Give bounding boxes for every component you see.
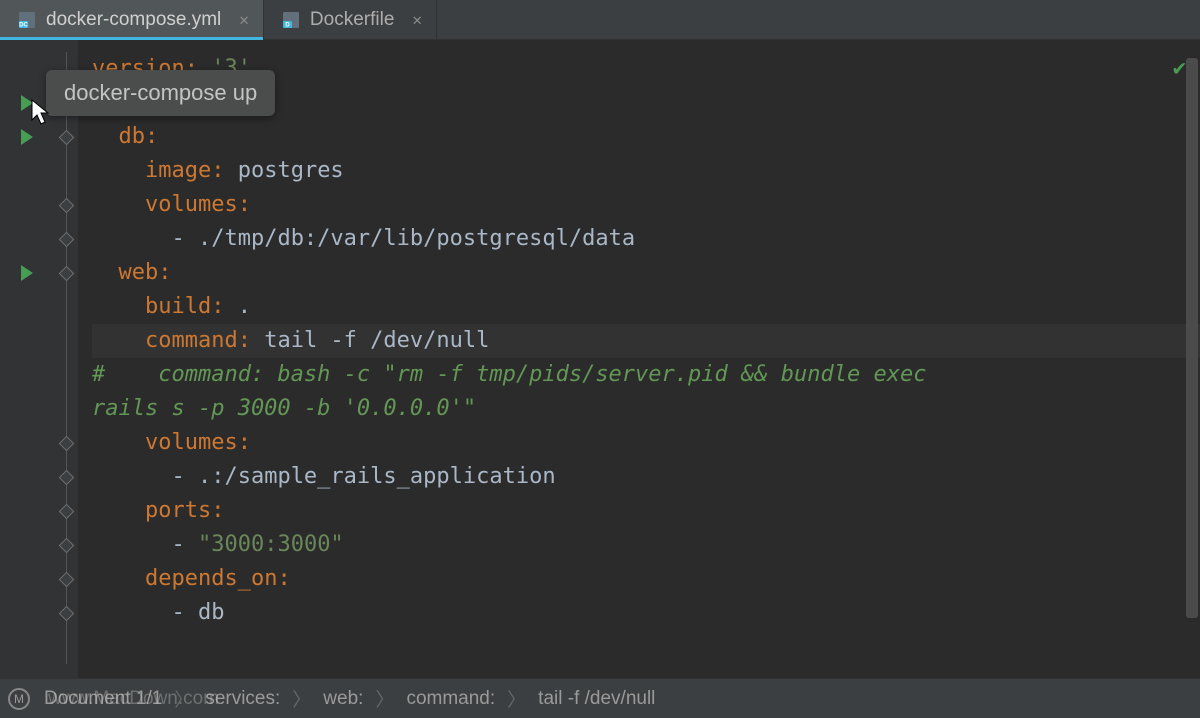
yaml-file-icon: DC xyxy=(18,11,36,29)
tab-label: Dockerfile xyxy=(310,9,394,31)
tab-bar: DC docker-compose.yml ✕ D Dockerfile ✕ xyxy=(0,0,1200,40)
tooltip: docker-compose up xyxy=(46,70,275,116)
fold-marker-icon[interactable] xyxy=(58,571,74,587)
chevron-right-icon: 〉 xyxy=(501,685,532,712)
fold-marker-icon[interactable] xyxy=(58,503,74,519)
breadcrumb-item[interactable]: command: xyxy=(400,688,501,710)
run-icon[interactable] xyxy=(21,129,33,145)
fold-column xyxy=(54,40,78,678)
close-icon[interactable]: ✕ xyxy=(239,10,249,29)
svg-text:D: D xyxy=(285,22,290,28)
breadcrumb-icon: M xyxy=(8,688,30,710)
fold-marker-icon[interactable] xyxy=(58,435,74,451)
close-icon[interactable]: ✕ xyxy=(412,10,422,29)
tab-label: docker-compose.yml xyxy=(46,9,221,31)
breadcrumb-item[interactable]: tail -f /dev/null xyxy=(532,688,661,710)
watermark: www.MacDown.com xyxy=(48,688,219,710)
chevron-right-icon: 〉 xyxy=(286,685,317,712)
editor: ✔ version: '3' db: image: postgres volum… xyxy=(0,40,1200,678)
fold-marker-icon[interactable] xyxy=(58,265,74,281)
fold-marker-icon[interactable] xyxy=(58,537,74,553)
tab-docker-compose[interactable]: DC docker-compose.yml ✕ xyxy=(0,0,264,39)
run-icon[interactable] xyxy=(21,265,33,281)
check-icon[interactable]: ✔ xyxy=(1173,52,1186,86)
fold-marker-icon[interactable] xyxy=(58,469,74,485)
scrollbar-thumb[interactable] xyxy=(1186,58,1198,618)
svg-text:DC: DC xyxy=(19,22,28,28)
code-area[interactable]: ✔ version: '3' db: image: postgres volum… xyxy=(78,40,1200,678)
tab-dockerfile[interactable]: D Dockerfile ✕ xyxy=(264,0,437,39)
fold-marker-icon[interactable] xyxy=(58,605,74,621)
chevron-right-icon: 〉 xyxy=(369,685,400,712)
breadcrumb-item[interactable]: web: xyxy=(317,688,369,710)
tooltip-text: docker-compose up xyxy=(64,80,257,105)
fold-marker-icon[interactable] xyxy=(58,197,74,213)
fold-marker-icon[interactable] xyxy=(58,231,74,247)
cursor-icon xyxy=(30,98,54,128)
dockerfile-icon: D xyxy=(282,11,300,29)
gutter xyxy=(0,40,54,678)
fold-marker-icon[interactable] xyxy=(58,129,74,145)
